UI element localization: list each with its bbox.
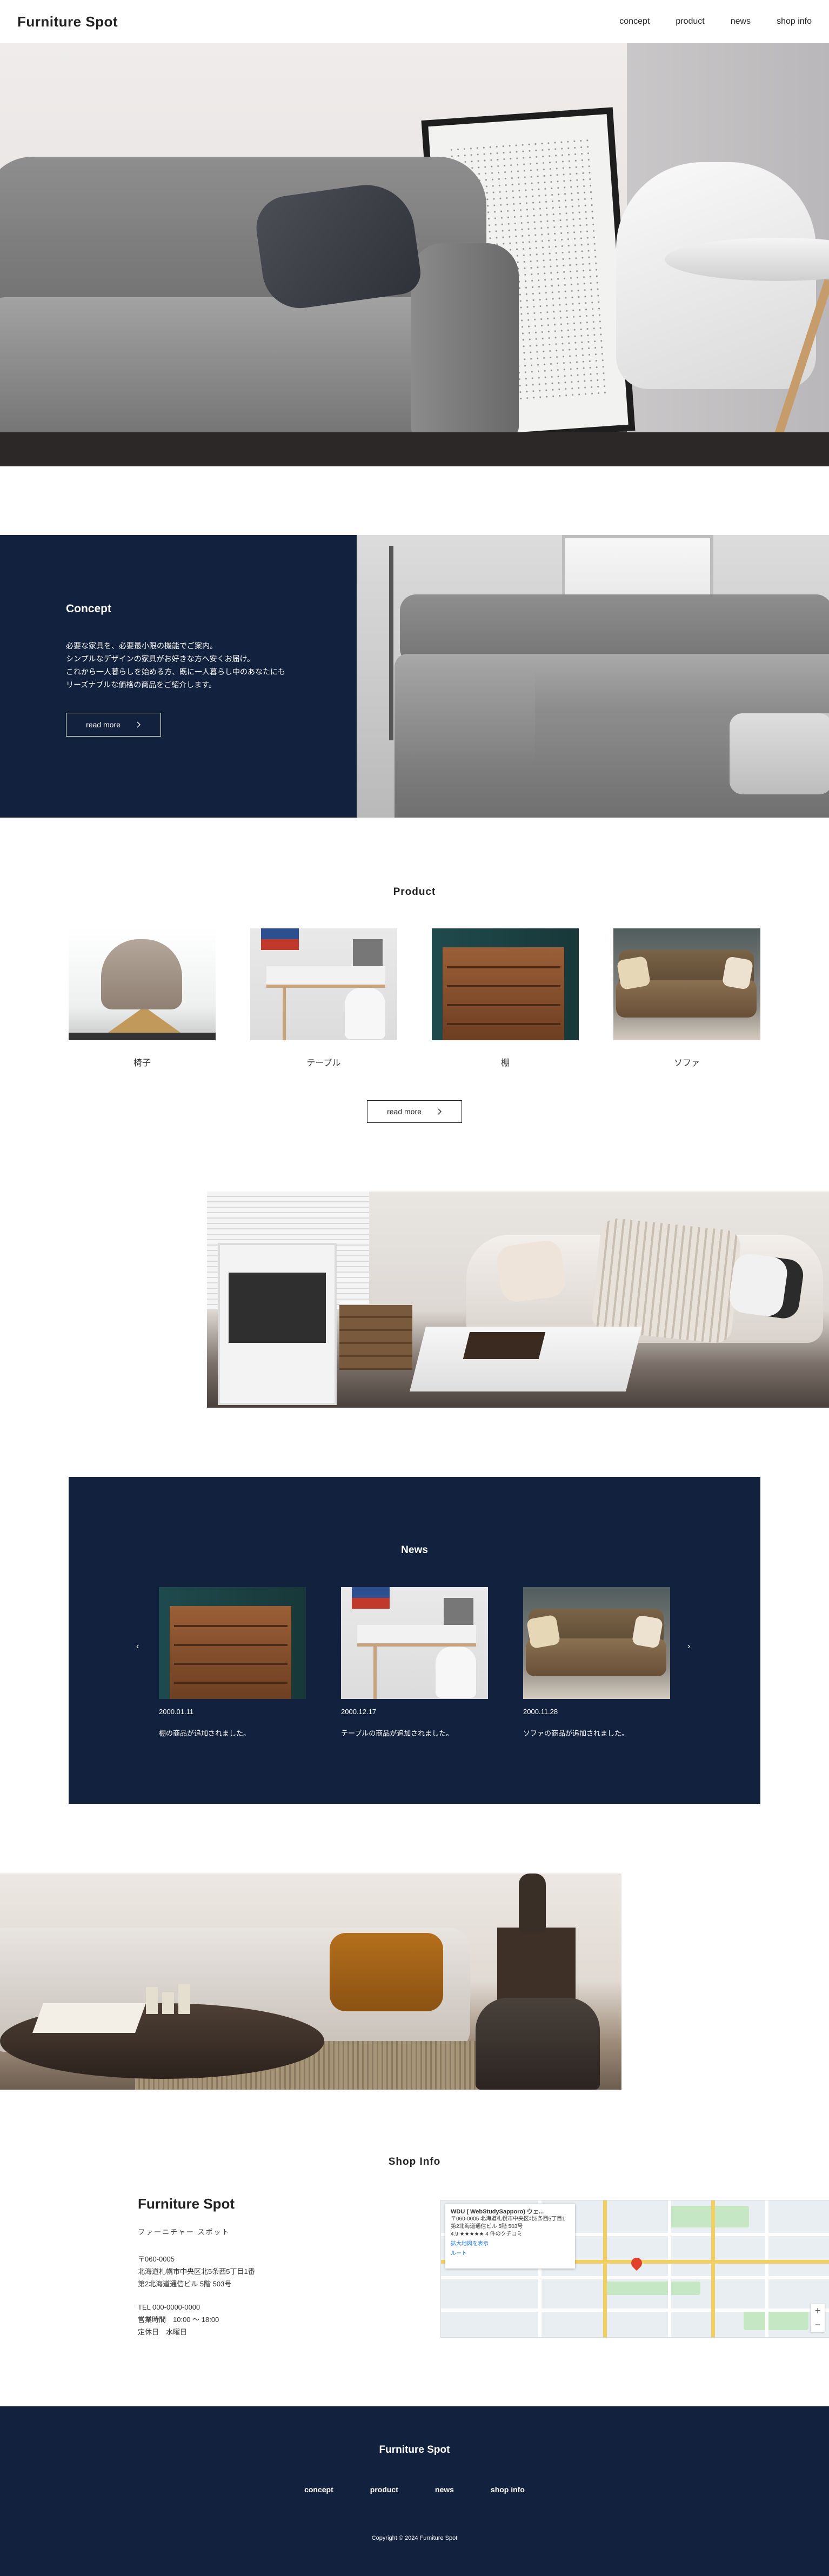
news-image <box>523 1587 670 1699</box>
news-prev-arrow-icon[interactable]: ‹ <box>136 1642 139 1651</box>
map-place-rating: 4.9 ★★★★★ 4 件のクチコミ <box>451 2231 523 2237</box>
concept-title: Concept <box>66 603 111 615</box>
main-nav: concept product news shop info <box>619 17 812 26</box>
google-map[interactable]: WDU ( WebStudySapporo) ウェ... 〒060-0005 北… <box>440 2200 829 2338</box>
site-footer: Furniture Spot concept product news shop… <box>0 2406 829 2576</box>
footer-nav-concept[interactable]: concept <box>304 2485 333 2494</box>
shop-info-section: Furniture Spot ファーニチャー スポット 〒060-0005 北海… <box>138 2196 829 2341</box>
map-place-card: WDU ( WebStudySapporo) ウェ... 〒060-0005 北… <box>445 2204 575 2269</box>
concept-text-line: リーズナブルな価格の商品をご紹介します。 <box>66 680 216 689</box>
product-card-table[interactable]: テーブル <box>250 928 397 1068</box>
site-header: Furniture Spot concept product news shop… <box>0 0 829 43</box>
product-label: テーブル <box>306 1059 341 1068</box>
shop-info-title: Shop Info <box>388 2156 441 2167</box>
news-section: News ‹ › 2000.01.11 棚の商品が追加されました。 2000.1… <box>69 1477 760 1804</box>
sofa-image <box>613 928 760 1040</box>
chevron-right-icon <box>438 1108 442 1115</box>
concept-panel: Concept 必要な家具を、必要最小限の機能でご案内。 シンプルなデザインの家… <box>0 535 357 818</box>
site-logo[interactable]: Furniture Spot <box>17 14 118 30</box>
chevron-right-icon <box>137 721 141 728</box>
product-label: ソファ <box>673 1059 700 1068</box>
shelf-image <box>432 928 579 1040</box>
news-image <box>159 1587 306 1699</box>
footer-nav-product[interactable]: product <box>370 2485 398 2494</box>
product-label: 椅子 <box>133 1059 151 1068</box>
news-list: 2000.01.11 棚の商品が追加されました。 2000.12.17 テーブル… <box>159 1587 670 1738</box>
nav-concept[interactable]: concept <box>619 17 650 26</box>
product-card-chair[interactable]: 椅子 <box>69 928 216 1068</box>
chair-image <box>69 928 216 1040</box>
footer-nav-shop-info[interactable]: shop info <box>491 2485 525 2494</box>
news-headline: 棚の商品が追加されました。 <box>159 1729 251 1737</box>
read-more-label: read more <box>387 1107 422 1116</box>
product-read-more-button[interactable]: read more <box>367 1100 462 1123</box>
living-room-image <box>207 1192 829 1408</box>
map-place-address: 〒060-0005 北海道札幌市中央区北5条西5丁目1 第2北海道通信ビル 5階… <box>451 2216 565 2230</box>
hero-image <box>0 43 829 466</box>
map-route-link[interactable]: ルート <box>451 2250 570 2258</box>
nav-news[interactable]: news <box>731 17 751 26</box>
news-date: 2000.11.28 <box>523 1708 558 1716</box>
news-item[interactable]: 2000.11.28 ソファの商品が追加されました。 <box>523 1587 670 1738</box>
news-headline: テーブルの商品が追加されました。 <box>341 1729 453 1737</box>
map-zoom-control[interactable]: + − <box>811 2304 825 2332</box>
concept-text-line: 必要な家具を、必要最小限の機能でご案内。 <box>66 641 217 650</box>
concept-read-more-button[interactable]: read more <box>66 713 161 737</box>
concept-text-line: これから一人暮らしを始める方、既に一人暮らし中のあなたにも <box>66 667 285 676</box>
map-pin-icon[interactable] <box>629 2255 645 2271</box>
footer-logo[interactable]: Furniture Spot <box>0 2444 829 2456</box>
concept-sofa-image <box>357 535 829 818</box>
footer-nav-news[interactable]: news <box>435 2485 454 2494</box>
news-headline: ソファの商品が追加されました。 <box>523 1729 629 1737</box>
news-title: News <box>401 1544 428 1556</box>
news-date: 2000.01.11 <box>159 1708 194 1716</box>
concept-text-line: シンプルなデザインの家具がお好きな方へ安くお届け。 <box>66 654 255 663</box>
news-image <box>341 1587 488 1699</box>
map-place-title: WDU ( WebStudySapporo) ウェ... <box>451 2209 544 2215</box>
news-item[interactable]: 2000.12.17 テーブルの商品が追加されました。 <box>341 1587 488 1738</box>
read-more-label: read more <box>86 720 121 729</box>
copyright: Copyright © 2024 Furniture Spot <box>371 2535 458 2541</box>
news-next-arrow-icon[interactable]: › <box>687 1642 690 1651</box>
product-title: Product <box>393 886 436 898</box>
living-room-image-2 <box>0 1874 621 2090</box>
news-date: 2000.12.17 <box>341 1708 377 1716</box>
news-item[interactable]: 2000.01.11 棚の商品が追加されました。 <box>159 1587 306 1738</box>
product-card-shelf[interactable]: 棚 <box>432 928 579 1068</box>
product-card-sofa[interactable]: ソファ <box>613 928 760 1068</box>
product-label: 棚 <box>500 1059 510 1068</box>
product-list: 椅子 テーブル 棚 ソファ <box>69 928 760 1068</box>
map-enlarge-link[interactable]: 拡大地図を表示 <box>451 2240 570 2248</box>
nav-shop-info[interactable]: shop info <box>777 17 812 26</box>
concept-section: Concept 必要な家具を、必要最小限の機能でご案内。 シンプルなデザインの家… <box>0 535 829 818</box>
nav-product[interactable]: product <box>676 17 704 26</box>
footer-nav: concept product news shop info <box>0 2485 829 2494</box>
table-image <box>250 928 397 1040</box>
